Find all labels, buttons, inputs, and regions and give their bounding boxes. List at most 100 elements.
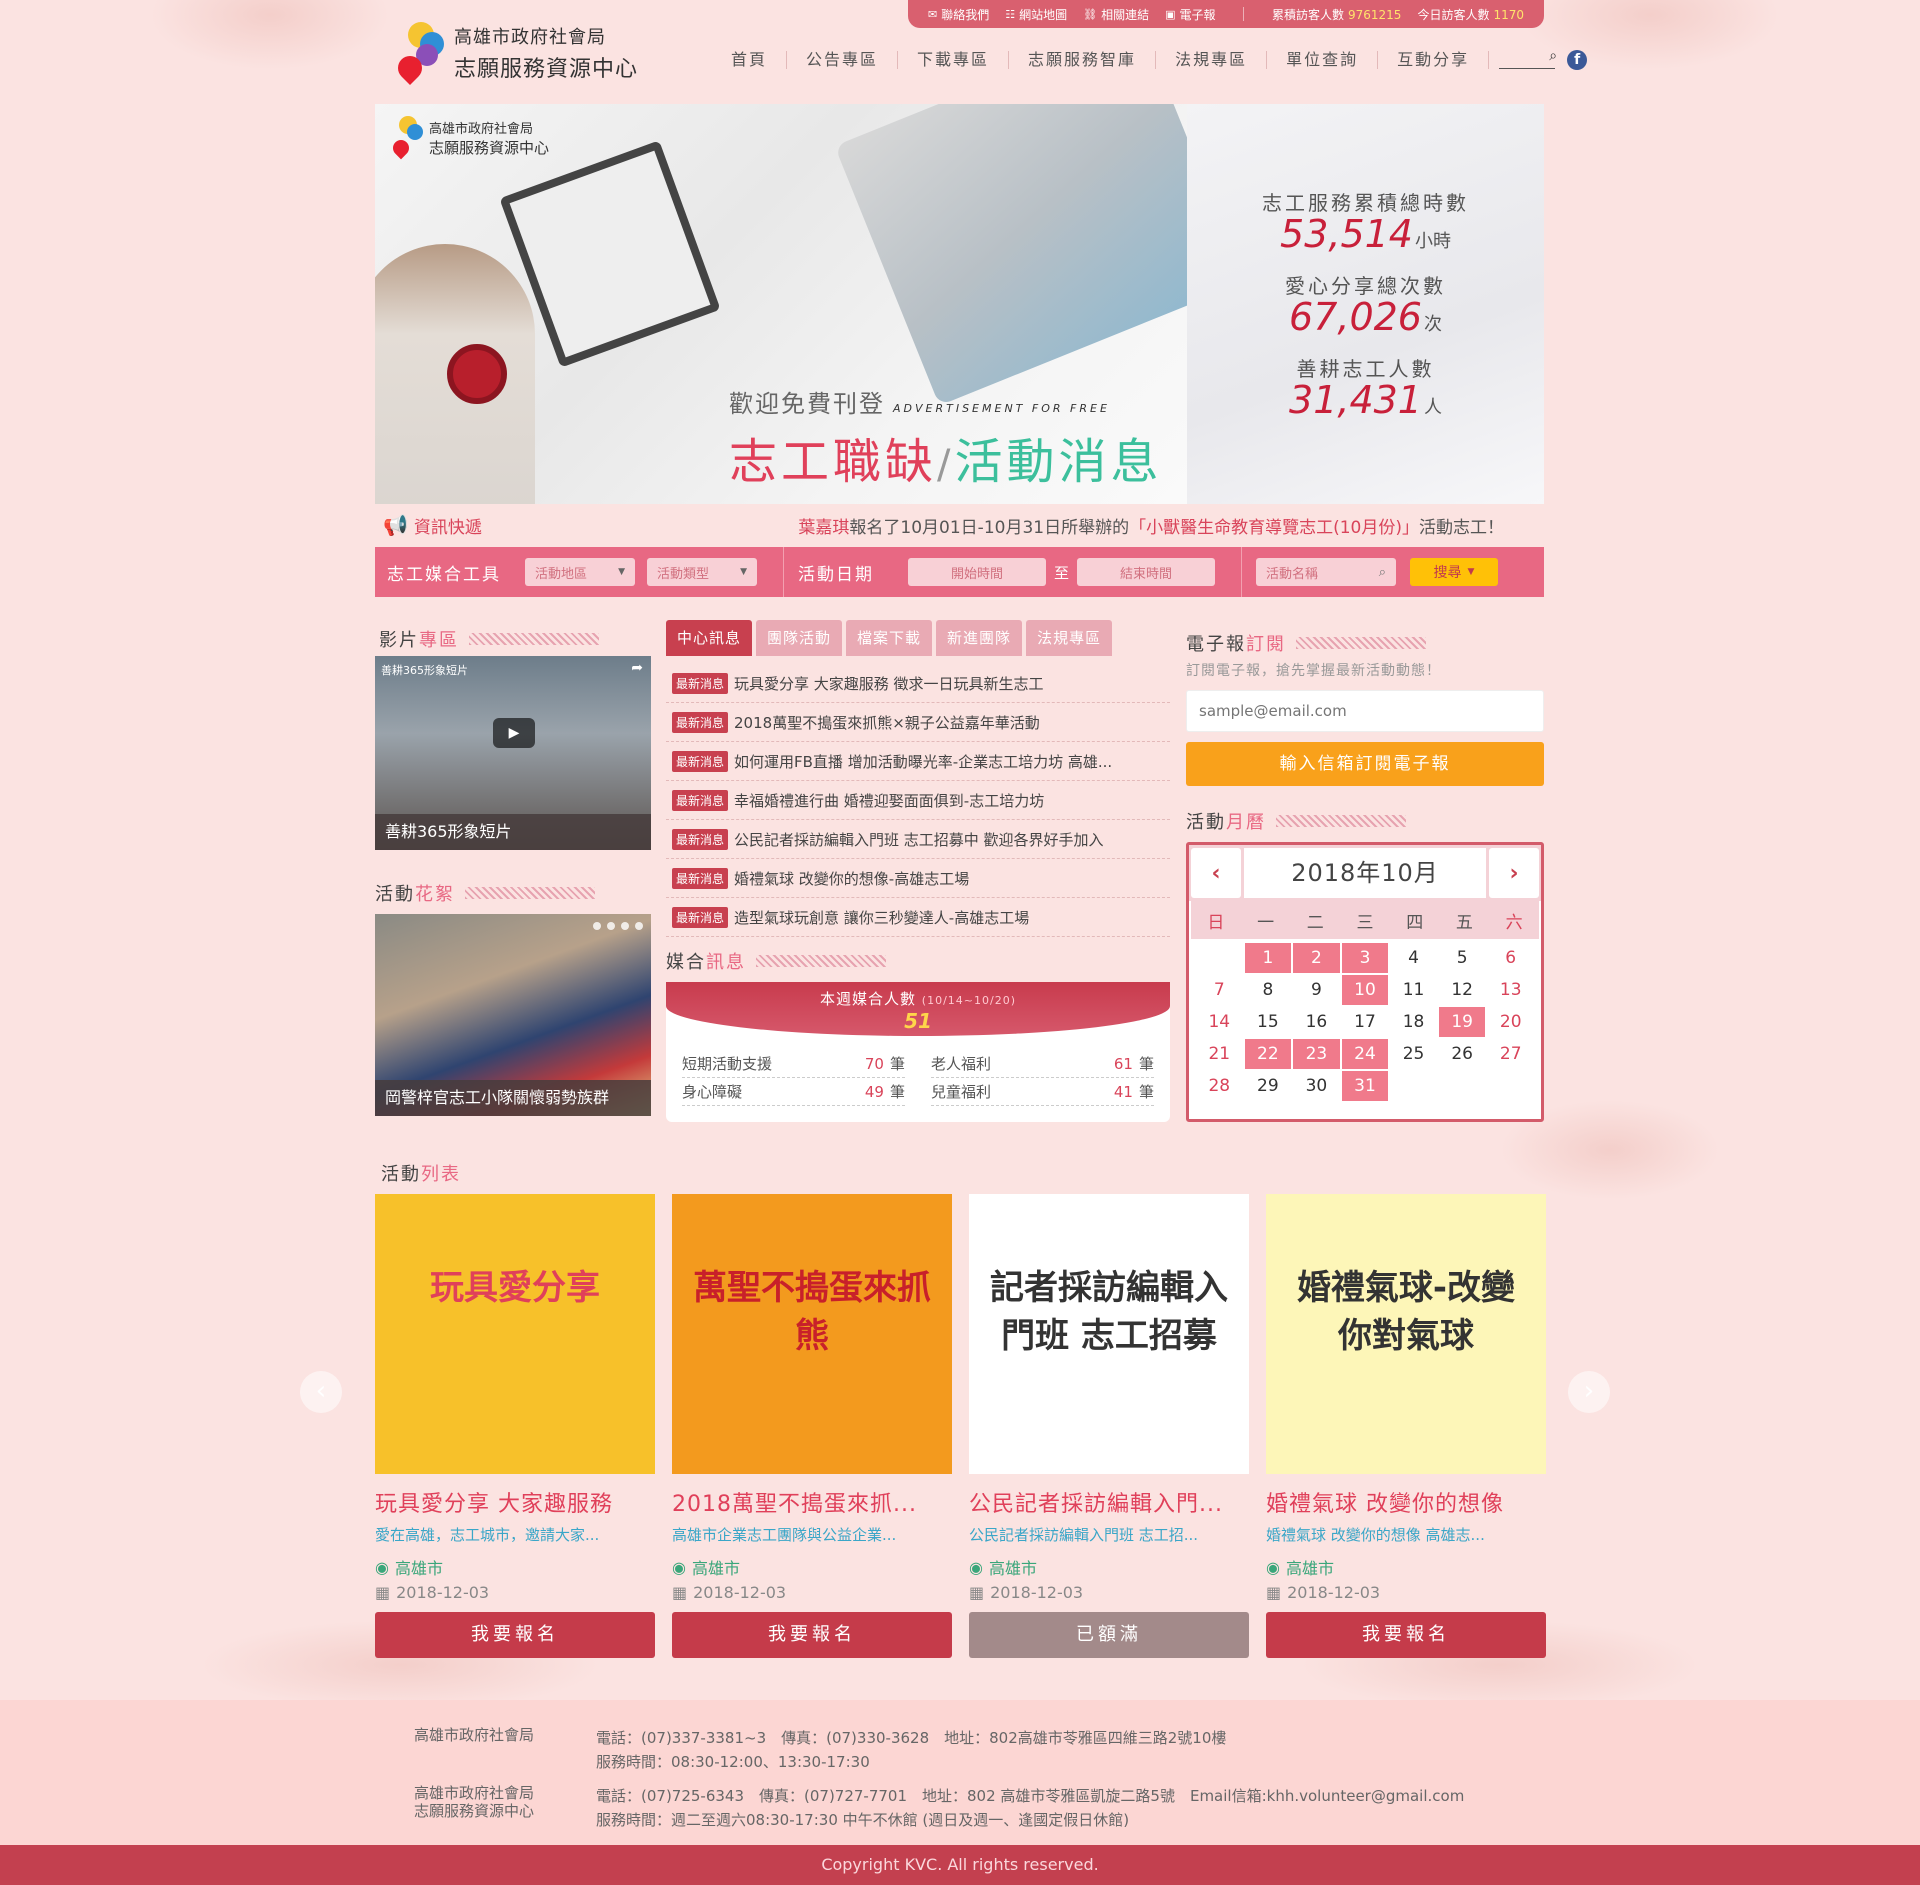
tab-new-teams[interactable]: 新進團隊 xyxy=(936,620,1023,656)
calendar-day[interactable]: 3 xyxy=(1341,943,1389,973)
activity-title[interactable]: 2018萬聖不搗蛋來抓... xyxy=(672,1486,952,1518)
activity-card[interactable]: 記者採訪編輯入門班 志工招募公民記者採訪編輯入門... 公民記者採訪編輯入門班 志… xyxy=(969,1194,1249,1658)
related-links-link[interactable]: ⛓ 相關連結 xyxy=(1083,6,1149,23)
register-button[interactable]: 我要報名 xyxy=(375,1612,655,1658)
status-badge: 最新消息 xyxy=(672,906,729,928)
carousel-dots[interactable] xyxy=(593,922,643,930)
list-item[interactable]: 最新消息 公民記者採訪編輯入門班 志工招募中 歡迎各界好手加入 xyxy=(666,820,1170,859)
calendar-day[interactable]: 11 xyxy=(1390,975,1437,1005)
calendar-day[interactable]: 10 xyxy=(1341,975,1389,1005)
chevron-left-icon[interactable]: ‹ xyxy=(1191,848,1241,898)
calendar-day[interactable]: 26 xyxy=(1439,1039,1486,1069)
video-player[interactable]: 善耕365形象短片 ➦ ▶ 善耕365形象短片 xyxy=(375,656,651,850)
nav-interactive-share[interactable]: 互動分享 xyxy=(1378,51,1490,69)
calendar-day[interactable]: 13 xyxy=(1487,975,1534,1005)
list-item[interactable]: 最新消息 2018萬聖不搗蛋來抓熊×親子公益嘉年華活動 xyxy=(666,703,1170,742)
calendar-day[interactable]: 17 xyxy=(1342,1007,1389,1037)
nav-volunteer-think-tank[interactable]: 志願服務智庫 xyxy=(1009,51,1157,69)
activity-card[interactable]: 玩具愛分享 玩具愛分享 大家趣服務 愛在高雄，志工城市，邀請大家... ◉ 高雄市 ▦ 20… xyxy=(375,1194,655,1658)
nav-announcements[interactable]: 公告專區 xyxy=(787,51,899,69)
calendar-day[interactable]: 8 xyxy=(1245,975,1292,1005)
subscribe-button[interactable]: 輸入信箱訂閱電子報 xyxy=(1186,742,1544,786)
area-select[interactable]: 活動地區 ▼ xyxy=(525,558,635,586)
chevron-right-icon[interactable]: › xyxy=(1568,1371,1610,1413)
calendar-day[interactable]: 5 xyxy=(1439,943,1486,973)
tab-regulations[interactable]: 法規專區 xyxy=(1026,620,1113,656)
email-field[interactable] xyxy=(1186,690,1544,732)
activity-title[interactable]: 婚禮氣球 改變你的想像 xyxy=(1266,1486,1546,1518)
calendar-day[interactable]: 31 xyxy=(1341,1071,1389,1101)
calendar-day[interactable]: 28 xyxy=(1196,1071,1243,1101)
calendar-day[interactable]: 23 xyxy=(1293,1039,1340,1069)
calendar-day[interactable]: 20 xyxy=(1487,1007,1534,1037)
list-item[interactable]: 最新消息 幸福婚禮進行曲 婚禮迎娶面面俱到-志工培力坊 xyxy=(666,781,1170,820)
calendar-day[interactable]: 1 xyxy=(1244,943,1292,973)
register-button[interactable]: 我要報名 xyxy=(672,1612,952,1658)
calendar-day[interactable]: 16 xyxy=(1293,1007,1340,1037)
banner-image[interactable]: 高雄市政府社會局 志願服務資源中心 歡迎免費刊登 ADVERTISEMENT FO… xyxy=(375,104,1187,504)
share-icon[interactable]: ➦ xyxy=(631,660,643,676)
nav-regulations[interactable]: 法規專區 xyxy=(1156,51,1268,69)
calendar-day[interactable]: 9 xyxy=(1293,975,1340,1005)
list-item[interactable]: 最新消息 玩具愛分享 大家趣服務 徵求一日玩具新生志工 xyxy=(666,664,1170,703)
list-item[interactable]: 最新消息 造型氣球玩創意 讓你三秒變達人-高雄志工場 xyxy=(666,898,1170,937)
calendar-day[interactable]: 22 xyxy=(1244,1039,1292,1069)
register-button[interactable]: 我要報名 xyxy=(1266,1612,1546,1658)
site-logo[interactable]: 高雄市政府社會局 志願服務資源中心 xyxy=(393,22,638,85)
calendar-day[interactable]: 12 xyxy=(1439,975,1486,1005)
facebook-icon[interactable]: f xyxy=(1567,50,1588,70)
calendar-day[interactable]: 24 xyxy=(1341,1039,1389,1069)
activity-poster[interactable]: 婚禮氣球-改變你對氣球 xyxy=(1266,1194,1546,1474)
nav-home[interactable]: 首頁 xyxy=(712,51,788,69)
calendar-day[interactable]: 7 xyxy=(1196,975,1243,1005)
calendar-day[interactable]: 6 xyxy=(1487,943,1534,973)
photo-carousel[interactable]: 岡警梓官志工小隊關懷弱勢族群 xyxy=(375,914,651,1116)
activity-title[interactable]: 公民記者採訪編輯入門... xyxy=(969,1486,1249,1518)
calendar-day[interactable]: 29 xyxy=(1245,1071,1292,1101)
list-item[interactable]: 最新消息 婚禮氣球 改變你的想像-高雄志工場 xyxy=(666,859,1170,898)
calendar-day[interactable]: 2 xyxy=(1293,943,1340,973)
type-select[interactable]: 活動類型 ▼ xyxy=(647,558,757,586)
calendar-day[interactable]: 27 xyxy=(1487,1039,1534,1069)
coffee-cup-illustration xyxy=(447,344,507,404)
chevron-right-icon[interactable]: › xyxy=(1489,848,1539,898)
calendar-day[interactable]: 30 xyxy=(1293,1071,1340,1101)
start-date-input[interactable]: 開始時間 xyxy=(908,558,1046,586)
search-button[interactable]: 搜尋 ▼ xyxy=(1410,558,1499,586)
calendar-day[interactable]: 4 xyxy=(1390,943,1437,973)
full-button[interactable]: 已額滿 xyxy=(969,1612,1249,1658)
end-date-input[interactable]: 結束時間 xyxy=(1077,558,1216,586)
activity-title[interactable]: 玩具愛分享 大家趣服務 xyxy=(375,1486,655,1518)
contact-link[interactable]: ✉ 聯絡我們 xyxy=(928,6,989,23)
enews-link[interactable]: ▣ 電子報 xyxy=(1165,6,1215,23)
calendar-day[interactable]: 18 xyxy=(1390,1007,1437,1037)
floral-decoration xyxy=(150,0,390,70)
chevron-left-icon[interactable]: ‹ xyxy=(300,1371,342,1413)
list-item[interactable]: 最新消息 如何運用FB直播 增加活動曝光率-企業志工培力坊 高雄... xyxy=(666,742,1170,781)
ticker-message[interactable]: 葉嘉琪報名了10月01日-10月31日所舉辦的「小獸醫生命教育導覽志工(10月份… xyxy=(798,513,1504,538)
activity-card[interactable]: 萬聖不搗蛋來抓熊 2018萬聖不搗蛋來抓... 高雄市企業志工團隊與公益企業... ◉… xyxy=(672,1194,952,1658)
calendar-day[interactable]: 21 xyxy=(1196,1039,1243,1069)
activity-poster[interactable]: 萬聖不搗蛋來抓熊 xyxy=(672,1194,952,1474)
calendar-day[interactable]: 25 xyxy=(1390,1039,1437,1069)
nav-downloads[interactable]: 下載專區 xyxy=(898,51,1010,69)
activity-name-input[interactable]: 活動名稱 ⌕ xyxy=(1256,558,1397,586)
activity-desc: 公民記者採訪編輯入門班 志工招... xyxy=(969,1526,1199,1544)
search-icon[interactable]: ⌕ xyxy=(1549,48,1557,64)
poster-text: 萬聖不搗蛋來抓熊 xyxy=(693,1268,931,1356)
activity-poster[interactable]: 記者採訪編輯入門班 志工招募 xyxy=(969,1194,1249,1474)
calendar-day[interactable]: 14 xyxy=(1196,1007,1243,1037)
calendar-day[interactable]: 15 xyxy=(1245,1007,1292,1037)
tab-center-news[interactable]: 中心訊息 xyxy=(666,620,753,656)
volunteer-match-tool: 志工媒合工具 活動地區 ▼ 活動類型 ▼ 活動日期 開始時間 至 結束時間 活動名稱… xyxy=(375,547,1544,597)
activity-poster[interactable]: 玩具愛分享 xyxy=(375,1194,655,1474)
today-visitors: 今日訪客人數 1170 xyxy=(1417,7,1524,22)
play-icon[interactable]: ▶ xyxy=(493,718,535,748)
calendar-day[interactable]: 19 xyxy=(1438,1007,1486,1037)
tab-team-activities[interactable]: 團隊活動 xyxy=(756,620,843,656)
activity-card[interactable]: 婚禮氣球-改變你對氣球 婚禮氣球 改變你的想像 婚禮氣球 改變你的想像 高雄志...… xyxy=(1266,1194,1546,1658)
nav-unit-search[interactable]: 單位查詢 xyxy=(1267,51,1379,69)
nav-search-input[interactable]: ⌕ xyxy=(1499,48,1557,69)
tab-file-downloads[interactable]: 檔案下載 xyxy=(846,620,933,656)
sitemap-link[interactable]: ☷ 網站地圖 xyxy=(1005,6,1067,23)
